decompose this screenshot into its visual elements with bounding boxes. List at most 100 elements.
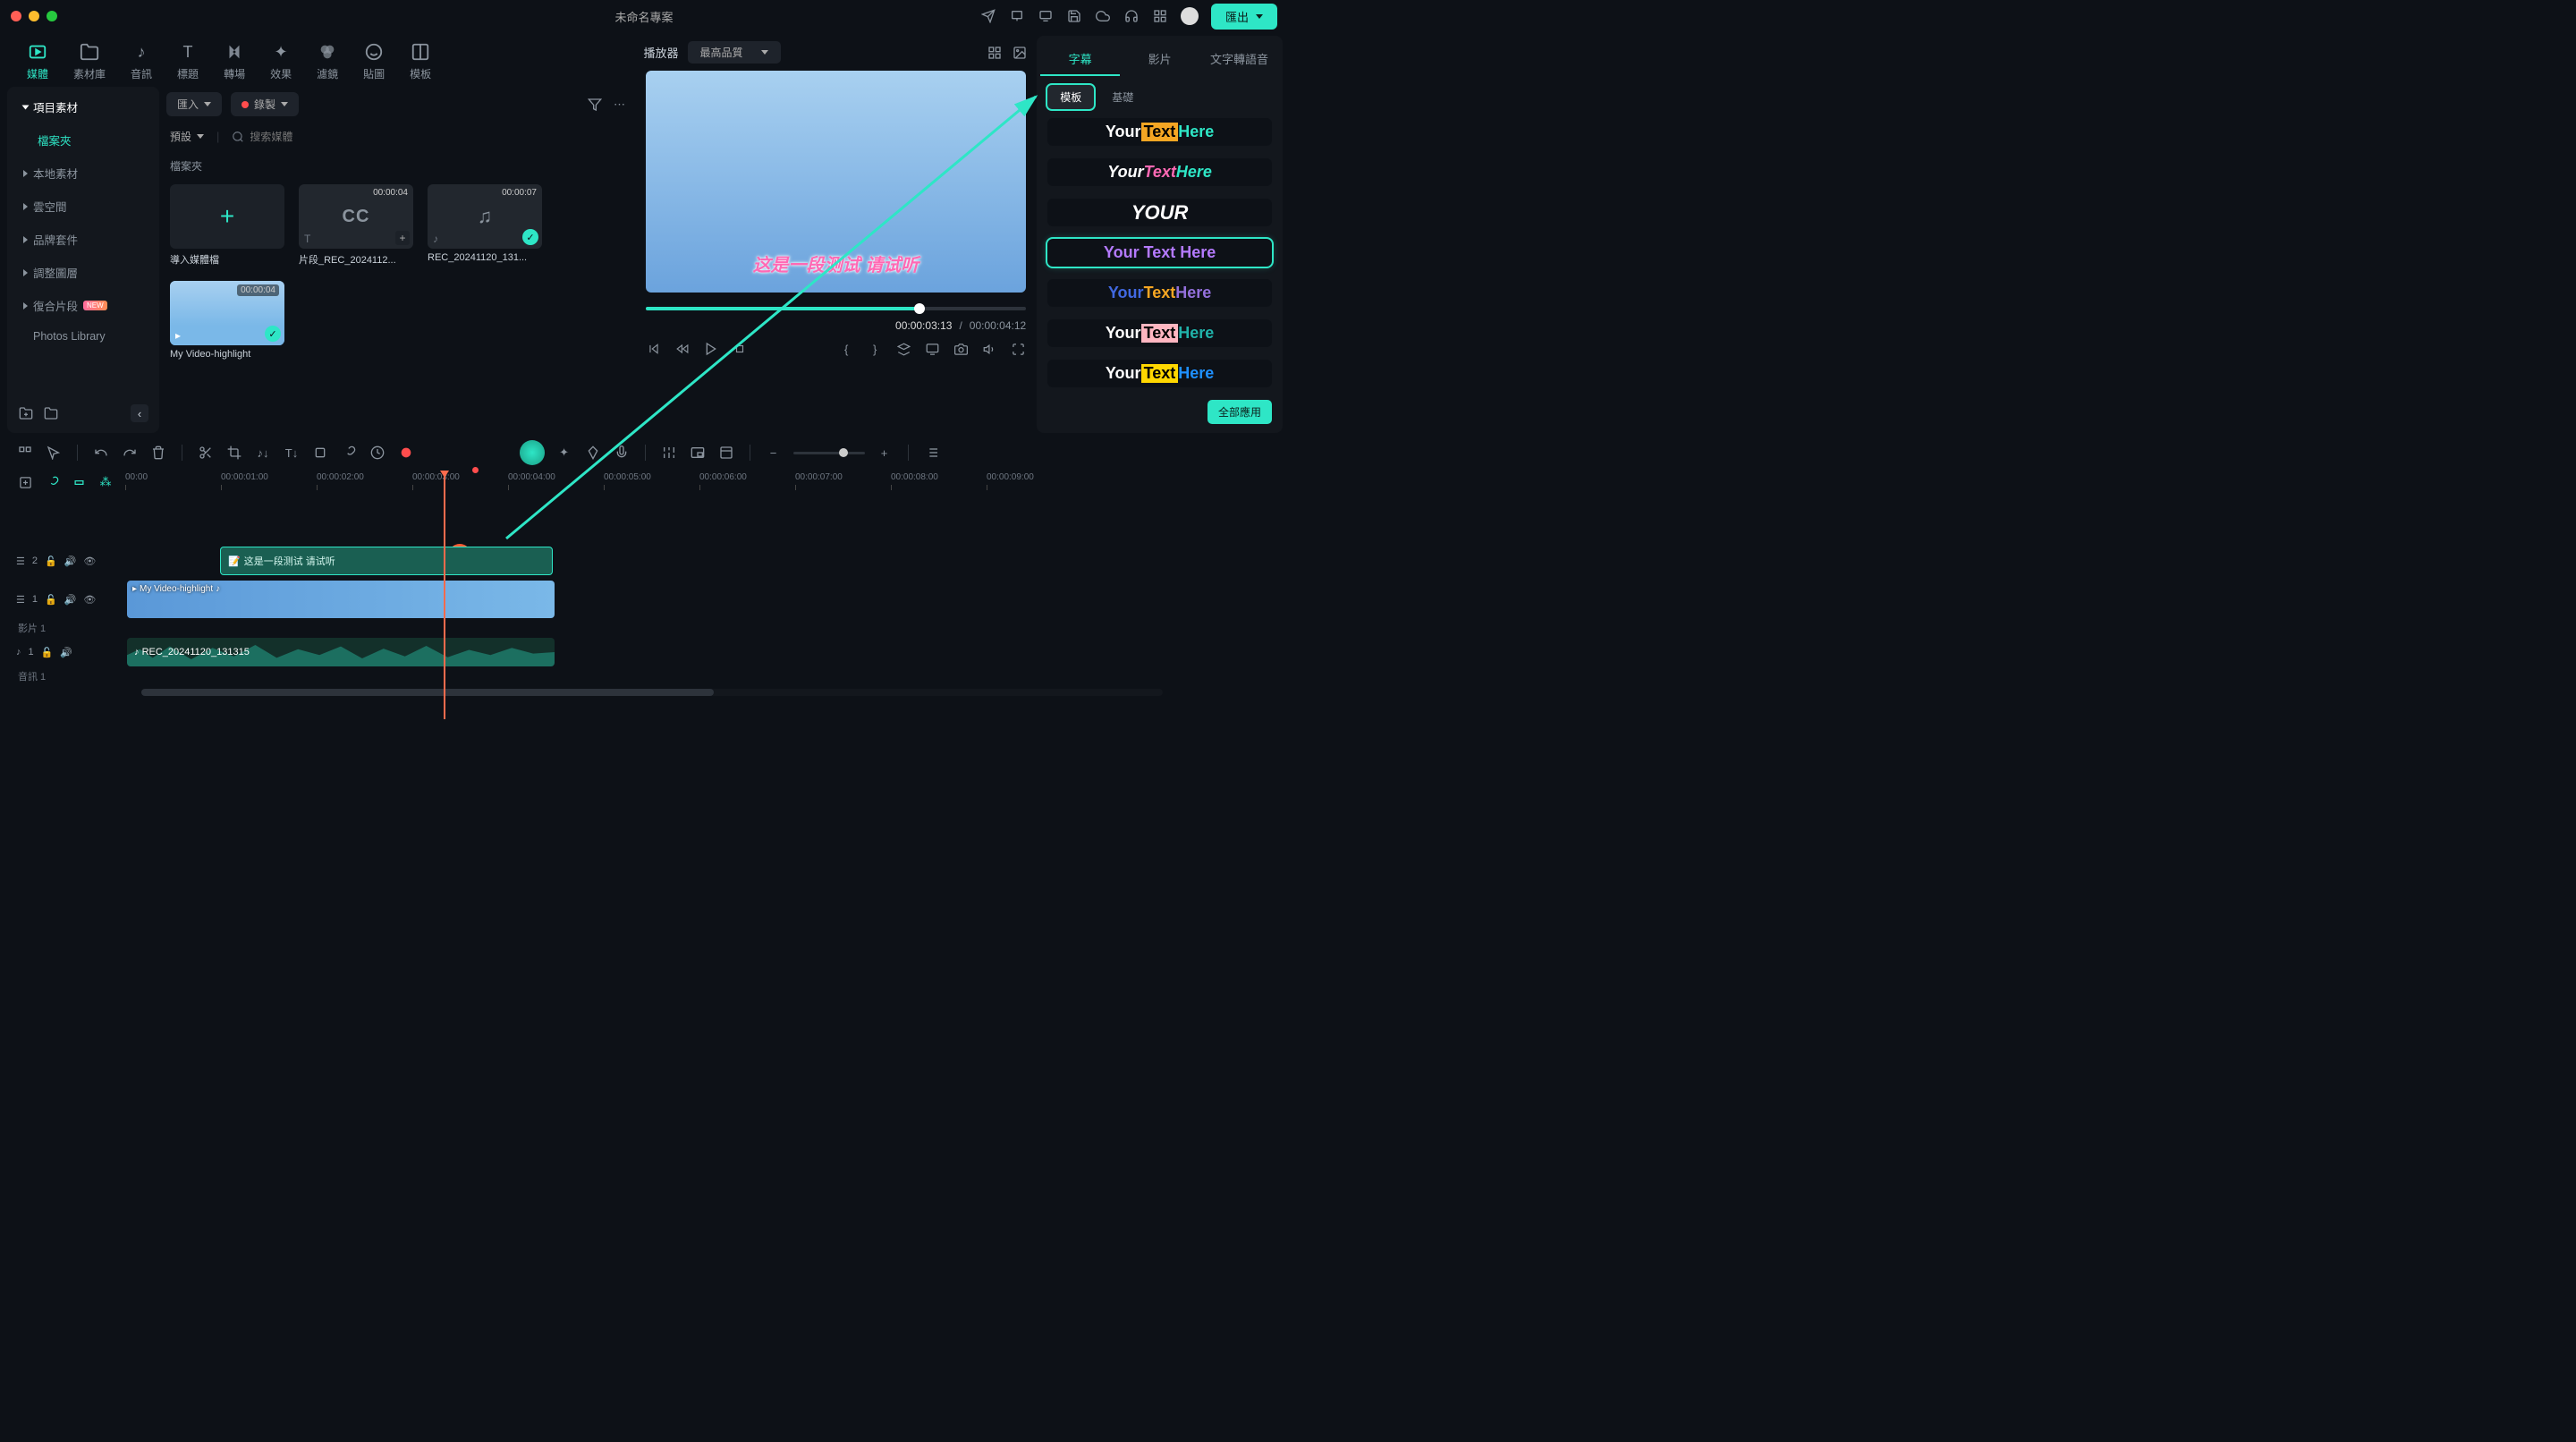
subtitle-template-4[interactable]: Your Text Here bbox=[1047, 239, 1272, 267]
sidebar-cloud[interactable]: 雲空間 bbox=[7, 190, 159, 223]
audio-clip[interactable]: ♪ REC_20241120_131315 bbox=[127, 638, 555, 666]
player-scrubber[interactable] bbox=[646, 307, 1027, 310]
import-media-tile[interactable]: + 導入媒體檔 bbox=[170, 184, 284, 267]
grid-icon[interactable] bbox=[1152, 8, 1168, 24]
ai-button[interactable] bbox=[520, 440, 545, 465]
track-lock-icon[interactable] bbox=[70, 473, 88, 491]
tab-title[interactable]: T標題 bbox=[177, 41, 199, 81]
transform-tool[interactable] bbox=[311, 444, 329, 462]
scrubber-handle[interactable] bbox=[914, 303, 925, 314]
playhead[interactable] bbox=[444, 472, 445, 719]
tab-template[interactable]: 模板 bbox=[410, 41, 431, 81]
subtitle-template-6[interactable]: Your Text Here bbox=[1047, 319, 1272, 347]
tab-effect[interactable]: ✦效果 bbox=[270, 41, 292, 81]
save-icon[interactable] bbox=[1066, 8, 1082, 24]
tab-stock[interactable]: 素材庫 bbox=[73, 41, 106, 81]
pip-icon[interactable] bbox=[689, 444, 707, 462]
undo-button[interactable] bbox=[92, 444, 110, 462]
subtitle-template-3[interactable]: YOUR bbox=[1047, 199, 1272, 226]
minimize-window[interactable] bbox=[29, 11, 39, 21]
lock-icon[interactable]: 🔓 bbox=[41, 647, 54, 658]
new-folder-icon[interactable] bbox=[18, 405, 34, 421]
list-view-icon[interactable] bbox=[923, 444, 941, 462]
folder-icon[interactable] bbox=[43, 405, 59, 421]
picture-icon[interactable] bbox=[1012, 45, 1028, 61]
apply-all-button[interactable]: 全部應用 bbox=[1208, 400, 1272, 424]
zoom-in[interactable]: + bbox=[876, 444, 894, 462]
device-icon[interactable] bbox=[1009, 8, 1025, 24]
media-thumb-video[interactable]: 00:00:04▸✓ My Video-highlight bbox=[170, 281, 284, 360]
sparkle-button[interactable]: ✦ bbox=[555, 444, 573, 462]
mic-tool[interactable] bbox=[613, 444, 631, 462]
grid-view-icon[interactable] bbox=[987, 45, 1003, 61]
tab-transition[interactable]: 轉場 bbox=[224, 41, 245, 81]
sidebar-local[interactable]: 本地素材 bbox=[7, 157, 159, 190]
subtitle-template-2[interactable]: Your Text Here bbox=[1047, 158, 1272, 186]
sidebar-folder[interactable]: 檔案夾 bbox=[7, 123, 159, 157]
send-icon[interactable] bbox=[980, 8, 996, 24]
tab-media[interactable]: 媒體 bbox=[27, 41, 48, 81]
grid-layout-icon[interactable] bbox=[717, 444, 735, 462]
subtab-template[interactable]: 模板 bbox=[1047, 85, 1094, 109]
display-icon[interactable] bbox=[924, 341, 940, 357]
arrange-icon[interactable] bbox=[16, 444, 34, 462]
brace-close-icon[interactable]: } bbox=[867, 341, 883, 357]
sidebar-adjust[interactable]: 調整圖層 bbox=[7, 256, 159, 289]
close-window[interactable] bbox=[11, 11, 21, 21]
horizontal-scrollbar[interactable] bbox=[141, 689, 1163, 696]
mute-icon[interactable]: 🔊 bbox=[60, 647, 72, 658]
tab-tts[interactable]: 文字轉語音 bbox=[1199, 43, 1279, 76]
lock-icon[interactable]: 🔓 bbox=[45, 556, 57, 567]
volume-icon[interactable] bbox=[981, 341, 997, 357]
video-clip[interactable]: ▸My Video-highlight♪ bbox=[127, 581, 555, 618]
fullscreen-icon[interactable] bbox=[1010, 341, 1026, 357]
tab-audio[interactable]: ♪音訊 bbox=[131, 41, 152, 81]
select-tool[interactable] bbox=[45, 444, 63, 462]
marker-tool[interactable] bbox=[584, 444, 602, 462]
mixer-icon[interactable] bbox=[660, 444, 678, 462]
redo-button[interactable] bbox=[121, 444, 139, 462]
tab-sticker[interactable]: 貼圖 bbox=[363, 41, 385, 81]
subtitle-template-7[interactable]: Your Text Here bbox=[1047, 360, 1272, 387]
play-button[interactable] bbox=[703, 341, 719, 357]
brace-open-icon[interactable]: { bbox=[838, 341, 854, 357]
snapshot-icon[interactable] bbox=[953, 341, 969, 357]
sort-dropdown[interactable]: 預設 bbox=[170, 127, 204, 146]
sidebar-project-assets[interactable]: 項目素材 bbox=[7, 90, 159, 123]
audio-tool[interactable]: ♪↓ bbox=[254, 444, 272, 462]
stop-button[interactable] bbox=[732, 341, 748, 357]
sidebar-photos[interactable]: Photos Library bbox=[7, 322, 159, 351]
record-dropdown[interactable]: 錄製 bbox=[231, 92, 299, 116]
prev-clip-button[interactable] bbox=[674, 341, 691, 357]
filter-icon[interactable] bbox=[587, 97, 603, 113]
mute-icon[interactable]: 🔊 bbox=[64, 594, 77, 606]
lock-icon[interactable]: 🔓 bbox=[45, 594, 57, 606]
import-dropdown[interactable]: 匯入 bbox=[166, 92, 222, 116]
cloud-icon[interactable] bbox=[1095, 8, 1111, 24]
delete-button[interactable] bbox=[149, 444, 167, 462]
sidebar-brand[interactable]: 品牌套件 bbox=[7, 223, 159, 256]
sidebar-compound[interactable]: 復合片段NEW bbox=[7, 289, 159, 322]
export-button[interactable]: 匯出 bbox=[1211, 4, 1277, 30]
tab-video-props[interactable]: 影片 bbox=[1120, 43, 1199, 76]
collapse-sidebar[interactable]: ‹ bbox=[131, 404, 148, 422]
add-mini-icon[interactable]: + bbox=[395, 231, 410, 245]
visibility-icon[interactable]: 👁 bbox=[83, 556, 96, 567]
quality-dropdown[interactable]: 最高品質 bbox=[688, 41, 781, 64]
timeline-ruler[interactable]: 00:0000:00:01:0000:00:02:0000:00:03:0000… bbox=[125, 472, 1288, 492]
media-thumb-audio[interactable]: 00:00:07♫♪✓ REC_20241120_131... bbox=[428, 184, 542, 267]
magnet-icon[interactable]: ⁂ bbox=[97, 473, 114, 491]
subtitle-template-5[interactable]: Your Text Here bbox=[1047, 279, 1272, 307]
search-input[interactable] bbox=[250, 131, 357, 143]
more-icon[interactable]: ⋯ bbox=[612, 97, 628, 113]
zoom-slider[interactable] bbox=[793, 452, 865, 454]
speed-tool[interactable] bbox=[369, 444, 386, 462]
prev-frame-button[interactable] bbox=[646, 341, 662, 357]
subtab-basic[interactable]: 基礎 bbox=[1099, 85, 1146, 109]
cut-tool[interactable] bbox=[197, 444, 215, 462]
monitor-icon[interactable] bbox=[1038, 8, 1054, 24]
user-avatar[interactable] bbox=[1181, 7, 1199, 25]
link-tool[interactable] bbox=[340, 444, 358, 462]
video-preview[interactable]: 这是一段测试 请试听 bbox=[646, 71, 1027, 293]
mute-icon[interactable]: 🔊 bbox=[64, 556, 77, 567]
